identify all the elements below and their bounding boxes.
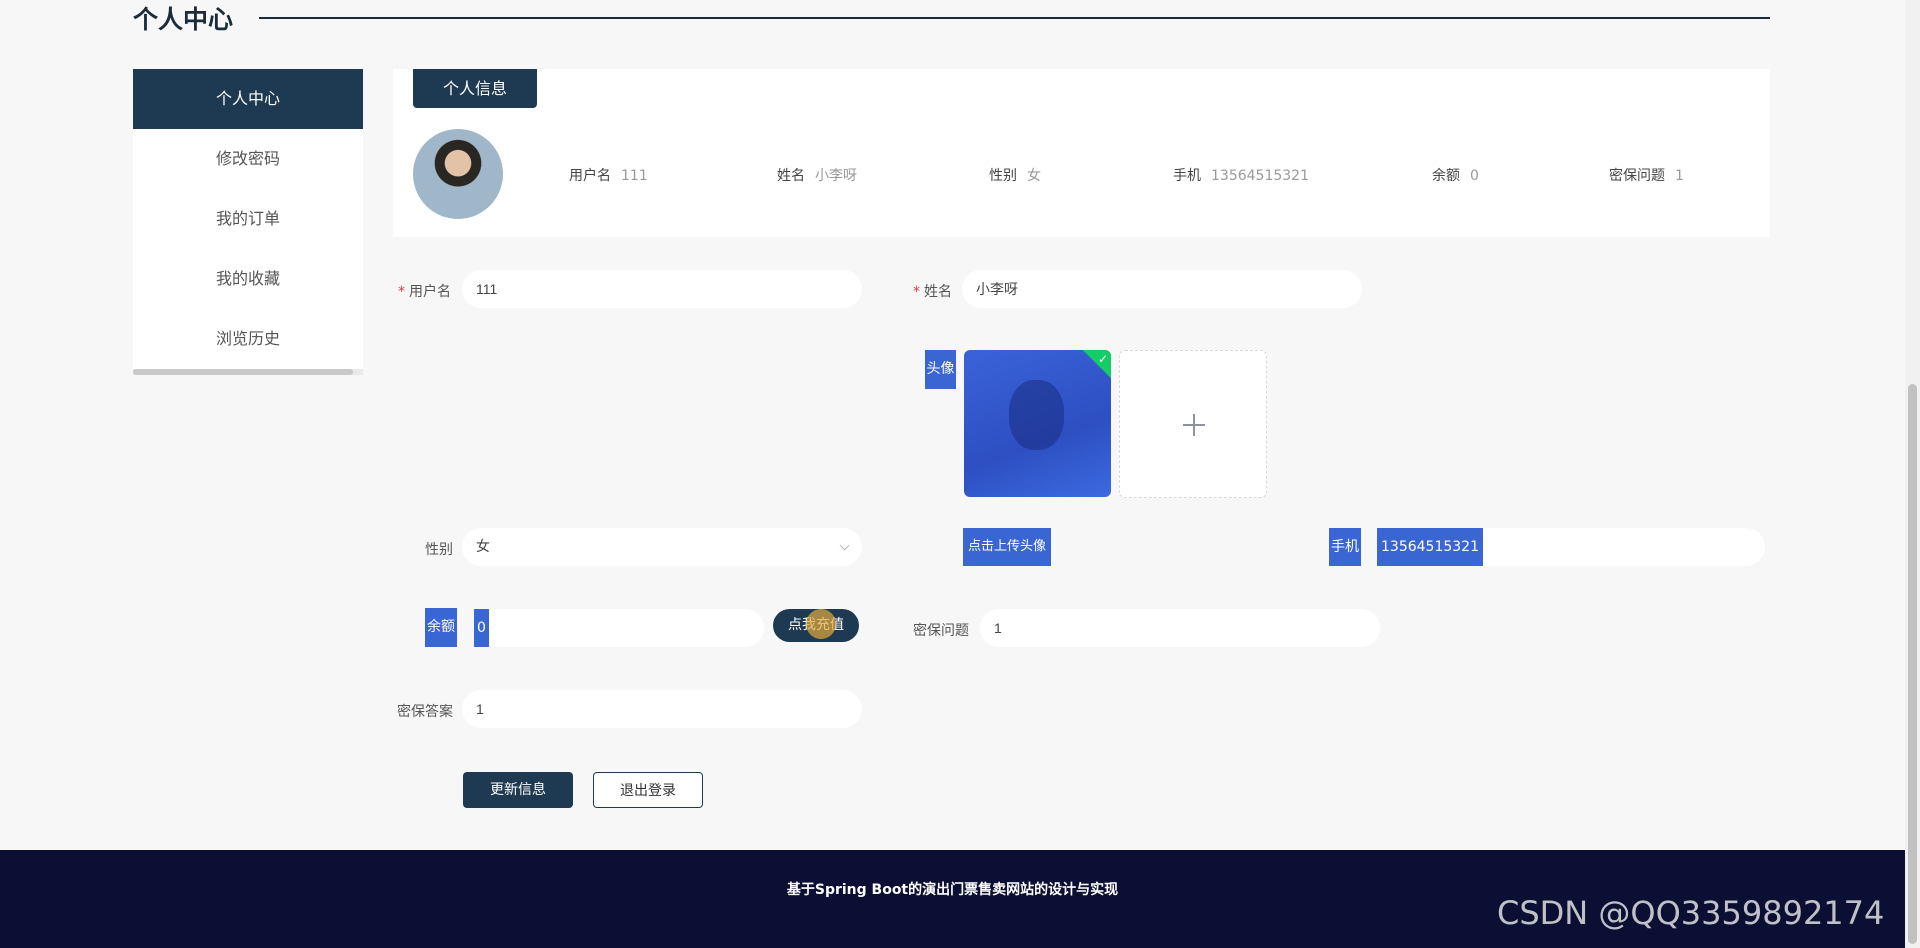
sidebar-scrollbar[interactable] [133, 369, 363, 375]
check-icon: ✓ [1097, 352, 1108, 366]
name-label: * 姓名 [913, 281, 952, 301]
info-phone-label: 手机 [1173, 168, 1201, 184]
balance-input-selected-text: 0 [474, 609, 489, 647]
info-name: 姓名 小李呀 [777, 165, 857, 185]
gender-select-value: 女 [476, 539, 490, 555]
gender-select[interactable]: 女 [462, 528, 862, 566]
plus-icon-vertical [1193, 414, 1195, 436]
sidebar: 个人中心 修改密码 我的订单 我的收藏 浏览历史 [133, 69, 363, 375]
required-mark: * [398, 284, 405, 300]
username-input[interactable] [462, 270, 862, 308]
info-balance-value: 0 [1470, 168, 1479, 184]
pointer-cursor-icon [806, 609, 836, 639]
name-label-text: 姓名 [924, 284, 952, 300]
info-name-value: 小李呀 [815, 168, 857, 184]
phone-input[interactable]: 13564515321 [1377, 528, 1765, 566]
page-scrollbar-thumb[interactable] [1908, 384, 1917, 944]
info-gender-value: 女 [1027, 168, 1041, 184]
gender-label: 性别 [425, 542, 453, 558]
required-mark: * [913, 284, 920, 300]
info-security-question-label: 密保问题 [1609, 168, 1665, 184]
name-input[interactable] [962, 270, 1362, 308]
security-answer-label: 密保答案 [397, 704, 453, 720]
info-phone: 手机 13564515321 [1173, 165, 1309, 185]
info-gender: 性别女 [989, 165, 1041, 185]
chevron-down-icon [839, 540, 850, 551]
security-answer-input[interactable] [462, 690, 862, 728]
avatar-face [1009, 380, 1064, 450]
username-label-text: 用户名 [409, 284, 451, 300]
watermark: CSDN @QQ3359892174 [1497, 894, 1885, 932]
upload-avatar-box[interactable] [1119, 350, 1267, 498]
phone-input-selected-text: 13564515321 [1377, 528, 1483, 566]
page-scrollbar[interactable] [1905, 0, 1920, 948]
info-security-question: 密保问题 1 [1609, 165, 1684, 185]
info-name-label: 姓名 [777, 168, 805, 184]
info-phone-value: 13564515321 [1211, 168, 1309, 184]
security-question-input[interactable] [980, 609, 1380, 647]
info-username-value: 111 [621, 168, 648, 184]
upload-avatar-button[interactable]: 点击上传头像 [963, 528, 1051, 566]
security-question-label: 密保问题 [913, 623, 969, 639]
sidebar-item-my-orders[interactable]: 我的订单 [133, 189, 363, 249]
info-username-label: 用户名 [569, 168, 611, 184]
info-balance-label: 余额 [1432, 168, 1460, 184]
avatar [413, 129, 503, 219]
balance-label: 余额 [425, 608, 457, 647]
tab-personal-info[interactable]: 个人信息 [413, 69, 537, 108]
info-username: 用户名 111 [569, 165, 648, 185]
sidebar-item-my-favorites[interactable]: 我的收藏 [133, 249, 363, 309]
sidebar-scrollbar-thumb[interactable] [133, 369, 353, 375]
title-divider [259, 17, 1770, 19]
profile-info-card: 个人信息 用户名 111 姓名 小李呀 性别女 手机 13564515321 余额 0 … [393, 69, 1770, 237]
page-title: 个人中心 [133, 5, 234, 34]
sidebar-item-change-password[interactable]: 修改密码 [133, 129, 363, 189]
page-header: 个人中心 [133, 0, 1770, 36]
username-label: * 用户名 [398, 281, 451, 301]
sidebar-item-profile[interactable]: 个人中心 [133, 69, 363, 129]
avatar-label: 头像 [925, 350, 956, 389]
logout-button[interactable]: 退出登录 [593, 772, 703, 808]
info-balance: 余额 0 [1432, 165, 1479, 185]
balance-input[interactable]: 0 [474, 609, 764, 647]
uploaded-avatar-image[interactable]: ✓ [964, 350, 1111, 497]
update-info-button[interactable]: 更新信息 [463, 772, 573, 808]
sidebar-item-browse-history[interactable]: 浏览历史 [133, 309, 363, 369]
info-gender-label: 性别 [989, 168, 1017, 184]
phone-label: 手机 [1329, 528, 1361, 566]
info-security-question-value: 1 [1675, 168, 1684, 184]
